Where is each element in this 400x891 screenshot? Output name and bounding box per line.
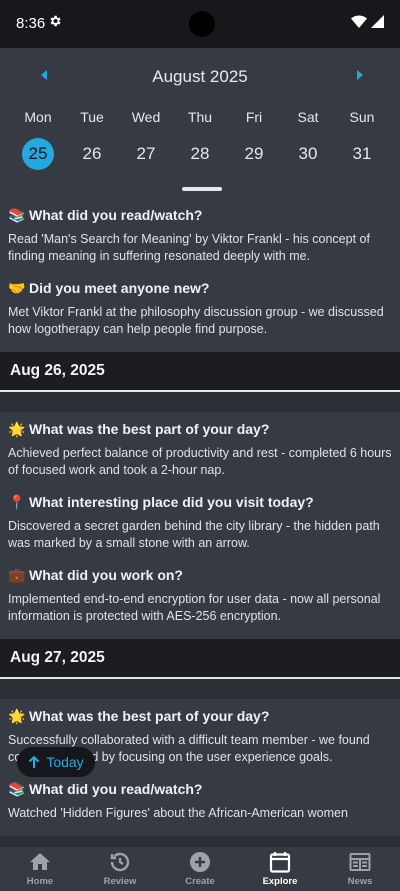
home-icon (30, 853, 50, 870)
date-cell[interactable]: 30 (281, 138, 335, 170)
date-header: Aug 27, 2025 (0, 639, 400, 679)
status-time: 8:36 (16, 15, 46, 32)
wifi-icon (351, 15, 367, 28)
nav-explore[interactable]: Explore (240, 847, 320, 891)
nav-review[interactable]: Review (80, 847, 160, 891)
date-number: 28 (190, 144, 210, 163)
status-bar: 8:36 (0, 0, 400, 48)
question-text: What did you work on? (29, 567, 183, 583)
weekday-label: Wed (131, 109, 161, 125)
dates-row: 25 26 27 28 29 30 31 (11, 138, 389, 170)
date-header: Aug 26, 2025 (0, 352, 400, 392)
qa-item: 📚 What did you read/watch? Watched 'Hidde… (8, 780, 392, 836)
nav-label: Review (103, 876, 137, 887)
history-icon (110, 852, 130, 872)
week-calendar: August 2025 Mon Tue Wed Thu Fri Sat Sun … (0, 48, 400, 198)
entry-card: 📚 What did you read/watch? Read 'Man's Se… (0, 198, 400, 352)
weekday-label: Sun (349, 109, 375, 125)
answer-text: Read 'Man's Search for Meaning' by Vikto… (8, 232, 370, 263)
qa-item: 📚 What did you read/watch? Read 'Man's Se… (8, 206, 392, 279)
camera-cutout (189, 11, 215, 37)
question-text: What was the best part of your day? (29, 421, 270, 437)
date-number: 29 (244, 144, 264, 163)
today-button[interactable]: Today (17, 747, 95, 777)
qa-item: 🤝 Did you meet anyone new? Met Viktor Fra… (8, 279, 392, 352)
date-cell[interactable]: 28 (173, 138, 227, 170)
arrow-up-icon (29, 755, 40, 768)
date-cell-selected[interactable]: 25 (11, 138, 65, 170)
handshake-icon: 🤝 (8, 279, 26, 296)
signal-icon (371, 15, 384, 28)
date-number: 30 (298, 144, 318, 163)
bottom-nav: Home Review Create Explore News (0, 846, 400, 891)
weekday-label: Thu (187, 109, 213, 125)
star-icon: 🌟 (8, 707, 26, 724)
weekday-row: Mon Tue Wed Thu Fri Sat Sun (11, 109, 389, 125)
month-title: August 2025 (152, 67, 248, 86)
books-icon: 📚 (8, 780, 26, 797)
nav-label: Create (185, 876, 215, 887)
briefcase-icon: 💼 (8, 566, 26, 583)
drag-handle[interactable] (182, 187, 222, 191)
question-text: What did you read/watch? (29, 207, 203, 223)
weekday-label: Tue (80, 109, 104, 125)
question-text: What interesting place did you visit tod… (29, 494, 314, 510)
weekday-label: Mon (24, 109, 52, 125)
date-number: 31 (352, 144, 372, 163)
nav-label: News (347, 876, 373, 887)
news-icon (349, 853, 371, 871)
answer-text: Implemented end-to-end encryption for us… (8, 592, 381, 623)
chevron-right-icon[interactable] (354, 68, 366, 82)
nav-label: Explore (262, 876, 298, 887)
question-text: What did you read/watch? (29, 781, 203, 797)
today-label: Today (46, 754, 84, 770)
entry-card: 🌟 What was the best part of your day? Ach… (0, 412, 400, 639)
nav-create[interactable]: Create (160, 847, 240, 891)
question-text: Did you meet anyone new? (29, 280, 210, 296)
gear-icon (50, 15, 61, 27)
date-number: 25 (22, 138, 54, 170)
calendar-icon (269, 852, 291, 873)
star-icon: 🌟 (8, 420, 26, 437)
date-cell[interactable]: 26 (65, 138, 119, 170)
date-cell[interactable]: 31 (335, 138, 389, 170)
books-icon: 📚 (8, 206, 26, 223)
date-cell[interactable]: 29 (227, 138, 281, 170)
answer-text: Achieved perfect balance of productivity… (8, 446, 392, 477)
qa-item: 💼 What did you work on? Implemented end-t… (8, 566, 392, 639)
date-cell[interactable]: 27 (119, 138, 173, 170)
question-text: What was the best part of your day? (29, 708, 270, 724)
qa-item: 📍 What interesting place did you visit to… (8, 493, 392, 566)
answer-text: Discovered a secret garden behind the ci… (8, 519, 380, 550)
answer-text: Watched 'Hidden Figures' about the Afric… (8, 806, 348, 820)
date-number: 26 (82, 144, 102, 163)
pin-icon: 📍 (8, 493, 26, 510)
add-circle-icon (190, 852, 210, 872)
weekday-label: Sat (297, 109, 319, 125)
answer-text: Met Viktor Frankl at the philosophy disc… (8, 305, 384, 336)
date-number: 27 (136, 144, 156, 163)
qa-item: 🌟 What was the best part of your day? Ach… (8, 420, 392, 493)
nav-label: Home (26, 876, 54, 887)
nav-news[interactable]: News (320, 847, 400, 891)
weekday-label: Fri (245, 109, 263, 125)
nav-home[interactable]: Home (0, 847, 80, 891)
